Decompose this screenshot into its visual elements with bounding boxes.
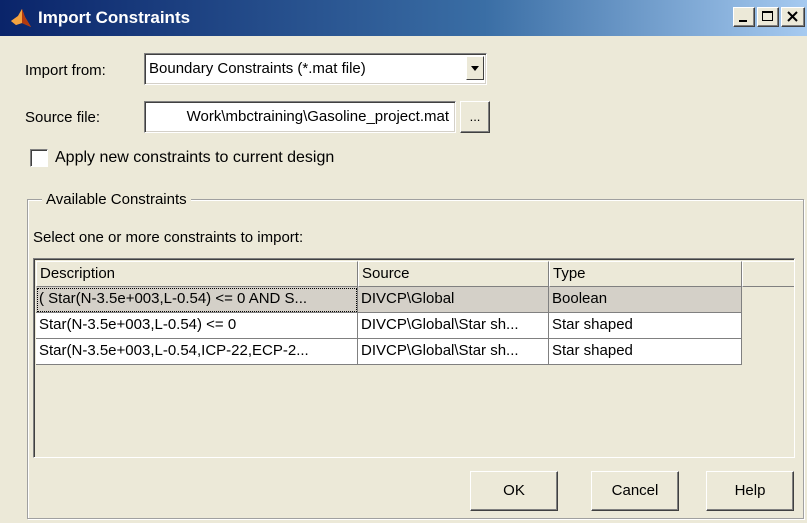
- ok-button[interactable]: OK: [470, 471, 558, 511]
- table-cell-type: Boolean: [549, 287, 742, 313]
- column-header-type[interactable]: Type: [549, 261, 742, 287]
- table-header: Description Source Type: [36, 261, 794, 287]
- import-from-select[interactable]: Boundary Constraints (*.mat file): [144, 53, 487, 85]
- column-header-description[interactable]: Description: [36, 261, 358, 287]
- available-constraints-title: Available Constraints: [42, 191, 191, 209]
- help-button-label: Help: [734, 482, 766, 499]
- ok-button-label: OK: [503, 482, 525, 499]
- window-title: Import Constraints: [38, 8, 191, 27]
- column-header-filler: [742, 261, 794, 287]
- import-from-label: Import from:: [25, 62, 106, 79]
- matlab-icon: [10, 7, 32, 29]
- constraints-table[interactable]: Description Source Type ( Star(N-3.5e+00…: [33, 258, 795, 458]
- help-button[interactable]: Help: [706, 471, 794, 511]
- close-icon: [787, 11, 798, 22]
- table-cell-description: Star(N-3.5e+003,L-0.54,ICP-22,ECP-2...: [36, 339, 358, 365]
- selection-instruction: Select one or more constraints to import…: [33, 229, 304, 246]
- column-header-source[interactable]: Source: [358, 261, 549, 287]
- table-cell-type: Star shaped: [549, 339, 742, 365]
- minimize-button[interactable]: [733, 7, 755, 27]
- source-file-label: Source file:: [25, 109, 101, 126]
- table-row[interactable]: Star(N-3.5e+003,L-0.54) <= 0 DIVCP\Globa…: [36, 313, 742, 339]
- minimize-icon: [739, 20, 747, 22]
- table-cell-type: Star shaped: [549, 313, 742, 339]
- source-file-value: Work\mbctraining\Gasoline_project.mat: [186, 108, 449, 125]
- browse-button[interactable]: ...: [460, 101, 490, 133]
- table-cell-source: DIVCP\Global: [358, 287, 549, 313]
- apply-constraints-checkbox[interactable]: [30, 149, 48, 167]
- table-cell-source: DIVCP\Global\Star sh...: [358, 339, 549, 365]
- table-cell-source: DIVCP\Global\Star sh...: [358, 313, 549, 339]
- chevron-down-icon: [471, 66, 479, 71]
- table-cell-description: Star(N-3.5e+003,L-0.54) <= 0: [36, 313, 358, 339]
- cancel-button[interactable]: Cancel: [591, 471, 679, 511]
- import-from-value: Boundary Constraints (*.mat file): [149, 60, 366, 77]
- table-row[interactable]: Star(N-3.5e+003,L-0.54,ICP-22,ECP-2... D…: [36, 339, 742, 365]
- cancel-button-label: Cancel: [611, 482, 659, 499]
- maximize-button[interactable]: [757, 7, 779, 27]
- import-from-dropdown-button[interactable]: [466, 56, 484, 80]
- close-button[interactable]: [781, 7, 805, 27]
- apply-constraints-label[interactable]: Apply new constraints to current design: [55, 149, 334, 167]
- import-constraints-dialog: Import Constraints Import from: Boundary…: [0, 0, 807, 523]
- table-cell-description: ( Star(N-3.5e+003,L-0.54) <= 0 AND S...: [36, 287, 358, 313]
- maximize-icon: [762, 11, 773, 21]
- title-bar[interactable]: Import Constraints: [0, 0, 807, 36]
- table-row[interactable]: ( Star(N-3.5e+003,L-0.54) <= 0 AND S... …: [36, 287, 742, 313]
- source-file-input[interactable]: Work\mbctraining\Gasoline_project.mat: [144, 101, 456, 133]
- browse-button-label: ...: [469, 109, 481, 124]
